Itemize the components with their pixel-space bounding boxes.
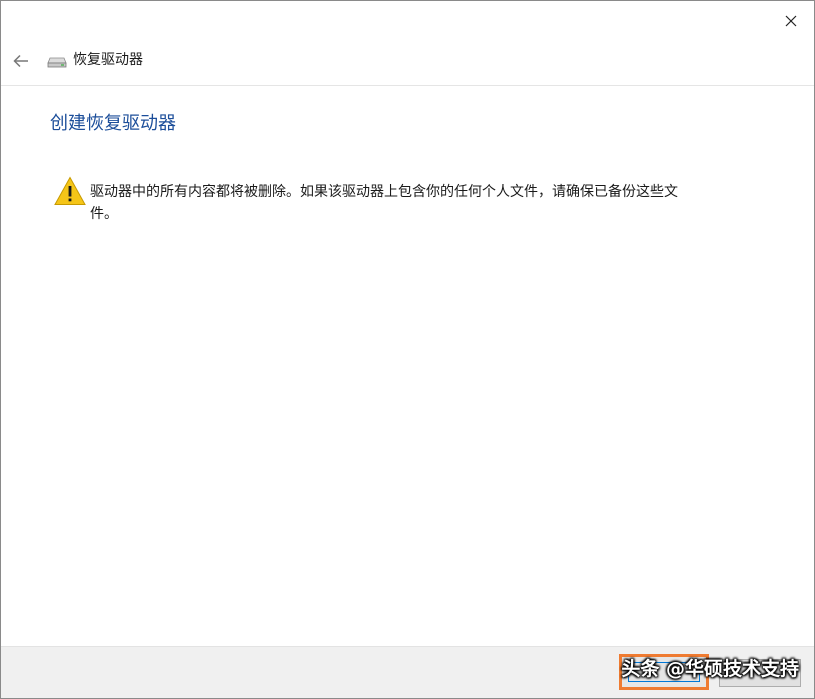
warning-message: 驱动器中的所有内容都将被删除。如果该驱动器上包含你的任何个人文件，请确保已备份这…	[90, 184, 678, 222]
page-title: 创建恢复驱动器	[50, 113, 176, 134]
title-bar	[1, 1, 814, 41]
navigation-bar: 恢复驱动器	[1, 41, 814, 86]
close-icon	[785, 15, 797, 27]
warning-icon	[54, 176, 86, 205]
drive-icon	[47, 57, 67, 68]
nav-title: 恢复驱动器	[73, 52, 143, 68]
recovery-drive-window: 恢复驱动器 创建恢复驱动器 驱动器中的所有内容都将被删除。如果该驱动器上包含你的…	[0, 0, 815, 699]
back-arrow-icon	[13, 54, 28, 68]
watermark: 头条 @华硕技术支持	[621, 658, 799, 680]
close-button[interactable]	[768, 1, 814, 41]
back-button[interactable]	[7, 49, 35, 73]
main-content: 创建恢复驱动器 驱动器中的所有内容都将被删除。如果该驱动器上包含你的任何个人文件…	[1, 86, 814, 646]
